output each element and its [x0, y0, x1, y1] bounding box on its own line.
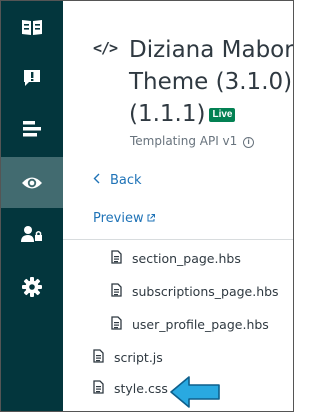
main-content: </> Diziana Mabor Theme (3.1.0) (1.1.1) L… — [63, 1, 293, 411]
back-label: Back — [110, 173, 142, 188]
user-lock-icon — [21, 225, 43, 243]
eye-icon — [21, 175, 43, 191]
title-version: (1.1.1) — [129, 101, 206, 127]
code-icon: </> — [93, 39, 118, 57]
nav-preview[interactable] — [1, 157, 63, 208]
file-name: script.js — [114, 350, 163, 365]
layout-icon — [22, 120, 42, 138]
guide-book-icon — [21, 18, 43, 36]
title-line-1: Diziana Mabor — [129, 37, 293, 63]
title-line-2: Theme (3.1.0) — [129, 69, 293, 95]
live-badge: Live — [209, 108, 236, 122]
preview-link[interactable]: Preview — [93, 211, 155, 226]
info-icon[interactable]: i — [243, 137, 255, 148]
file-icon — [93, 380, 104, 397]
file-name: user_profile_page.hbs — [132, 317, 269, 332]
gear-icon — [22, 276, 42, 297]
file-name: style.css — [114, 381, 168, 396]
file-icon — [111, 250, 122, 267]
alert-icon — [22, 68, 42, 88]
file-tree: section_page.hbs subscriptions_page.hbs … — [63, 239, 293, 411]
external-link-icon — [147, 211, 155, 226]
file-name: subscriptions_page.hbs — [132, 284, 279, 299]
back-link[interactable]: Back — [93, 173, 142, 188]
file-name: section_page.hbs — [132, 251, 241, 266]
nav-guide[interactable] — [1, 1, 63, 52]
file-subscriptions-page[interactable]: subscriptions_page.hbs — [111, 283, 279, 300]
nav-settings[interactable] — [1, 261, 63, 312]
page-title: Diziana Mabor Theme (3.1.0) (1.1.1) Live — [129, 34, 293, 130]
subtitle-text: Templating API v1 — [130, 134, 238, 148]
file-icon — [93, 349, 104, 366]
sidebar — [1, 1, 63, 411]
preview-label: Preview — [93, 211, 144, 226]
file-icon — [111, 283, 122, 300]
file-style-css[interactable]: style.css — [93, 380, 168, 397]
nav-layout[interactable] — [1, 103, 63, 154]
file-section-page[interactable]: section_page.hbs — [111, 250, 241, 267]
title-line-3: (1.1.1) Live — [129, 98, 293, 130]
nav-alerts[interactable] — [1, 52, 63, 103]
file-script-js[interactable]: script.js — [93, 349, 163, 366]
file-icon — [111, 316, 122, 333]
chevron-left-icon — [93, 173, 100, 188]
callout-arrow-icon — [169, 375, 221, 411]
nav-users[interactable] — [1, 208, 63, 259]
templating-api-label: Templating API v1 i — [130, 134, 255, 148]
file-user-profile-page[interactable]: user_profile_page.hbs — [111, 316, 269, 333]
app-frame: </> Diziana Mabor Theme (3.1.0) (1.1.1) L… — [0, 0, 294, 412]
